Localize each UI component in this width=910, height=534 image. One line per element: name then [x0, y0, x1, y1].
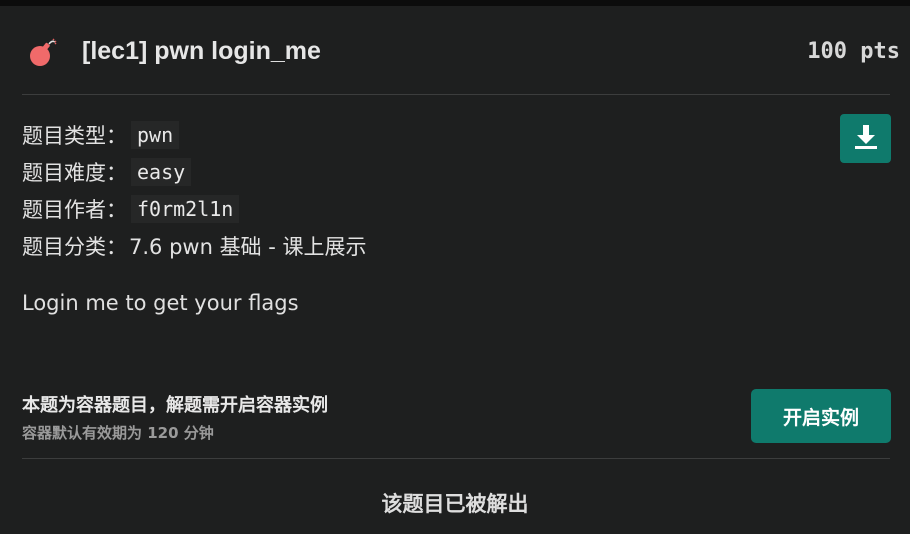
bomb-icon	[28, 38, 58, 68]
meta-value: easy	[131, 157, 192, 186]
challenge-description: Login me to get your flags	[22, 291, 299, 315]
header-divider	[22, 94, 890, 95]
challenge-meta: 题目类型： pwn 题目难度： easy 题目作者： f0rm2l1n 题目分类…	[22, 116, 722, 264]
meta-category: 题目分类： 7.6 pwn 基础 - 课上展示	[22, 227, 722, 264]
meta-difficulty: 题目难度： easy	[22, 153, 722, 190]
challenge-header: [lec1] pwn login_me 100 pts	[22, 34, 900, 74]
meta-label: 题目作者：	[22, 197, 127, 222]
footer-divider	[22, 458, 890, 459]
challenge-points: 100 pts	[807, 39, 900, 64]
download-button[interactable]	[840, 114, 891, 163]
meta-label: 题目分类：	[22, 234, 127, 259]
meta-value: f0rm2l1n	[131, 194, 240, 223]
meta-value: 7.6 pwn 基础 - 课上展示	[129, 234, 367, 259]
start-instance-button[interactable]: 开启实例	[751, 389, 891, 443]
solved-status: 该题目已被解出	[381, 492, 529, 516]
meta-type: 题目类型： pwn	[22, 116, 722, 153]
meta-label: 题目类型：	[22, 123, 127, 148]
meta-value: pwn	[131, 120, 180, 149]
challenge-panel: [lec1] pwn login_me 100 pts 题目类型： pwn 题目…	[0, 6, 910, 534]
container-notice-title: 本题为容器题目，解题需开启容器实例	[22, 395, 328, 416]
challenge-title: [lec1] pwn login_me	[82, 37, 321, 65]
download-icon	[854, 124, 878, 154]
container-notice-subtitle: 容器默认有效期为 120 分钟	[22, 424, 214, 442]
meta-label: 题目难度：	[22, 160, 127, 185]
meta-author: 题目作者： f0rm2l1n	[22, 190, 722, 227]
